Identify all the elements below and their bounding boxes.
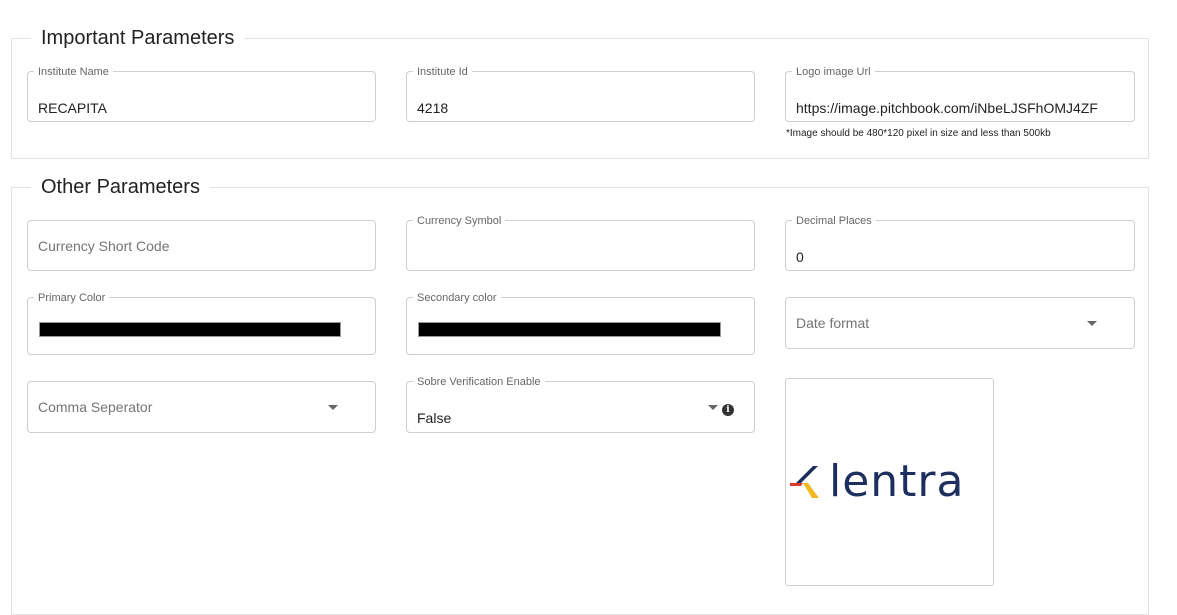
primary-color-field[interactable]: Primary Color [27, 292, 376, 355]
currency-symbol-label: Currency Symbol [413, 215, 506, 227]
lentra-logo-mark [790, 466, 819, 498]
institute-name-field[interactable]: Institute Name RECAPITA [27, 66, 376, 122]
decimal-places-value: 0 [796, 249, 804, 265]
institute-id-label: Institute Id [413, 66, 472, 78]
primary-color-label: Primary Color [34, 292, 110, 304]
institute-id-field[interactable]: Institute Id 4218 [406, 66, 755, 122]
important-parameters-title: Important Parameters [41, 27, 235, 49]
secondary-color-field[interactable]: Secondary color [406, 292, 755, 355]
logo-mark-navy [796, 466, 818, 483]
chevron-down-icon [328, 405, 338, 410]
secondary-color-label: Secondary color [413, 292, 501, 304]
currency-symbol-field[interactable]: Currency Symbol [406, 215, 755, 271]
sobre-verification-label: Sobre Verification Enable [413, 376, 545, 388]
chevron-down-icon [708, 405, 718, 410]
logo-preview: lentra [785, 378, 994, 586]
primary-color-swatch[interactable] [39, 322, 341, 337]
sobre-verification-select[interactable]: Sobre Verification Enable False i [406, 376, 755, 433]
date-format-select[interactable]: Date format [785, 297, 1135, 349]
secondary-color-swatch[interactable] [418, 322, 721, 337]
logo-url-label: Logo image Url [792, 66, 875, 78]
decimal-places-field[interactable]: Decimal Places 0 [785, 215, 1135, 271]
date-format-placeholder: Date format [796, 315, 870, 331]
lentra-logo-text: lentra [829, 456, 965, 507]
currency-short-code-placeholder: Currency Short Code [38, 237, 170, 254]
comma-separator-select[interactable]: Comma Seperator [27, 381, 376, 433]
decimal-places-label: Decimal Places [792, 215, 876, 227]
comma-separator-placeholder: Comma Seperator [38, 399, 153, 415]
logo-url-value: https://image.pitchbook.com/iNbeLJSFhOMJ… [796, 100, 1098, 116]
currency-short-code-field[interactable]: Currency Short Code [27, 220, 376, 271]
logo-mark-yellow [803, 483, 819, 498]
logo-mark-red [790, 483, 803, 486]
other-parameters-title: Other Parameters [41, 176, 200, 198]
institute-id-value: 4218 [417, 100, 449, 116]
info-icon[interactable]: i [722, 404, 734, 416]
logo-size-hint: *Image should be 480*120 pixel in size a… [786, 128, 1051, 139]
institute-name-label: Institute Name [34, 66, 113, 78]
institute-name-value: RECAPITA [38, 100, 107, 116]
logo-url-field[interactable]: Logo image Url https://image.pitchbook.c… [785, 66, 1135, 122]
sobre-verification-value: False [417, 410, 452, 426]
chevron-down-icon [1087, 321, 1097, 326]
